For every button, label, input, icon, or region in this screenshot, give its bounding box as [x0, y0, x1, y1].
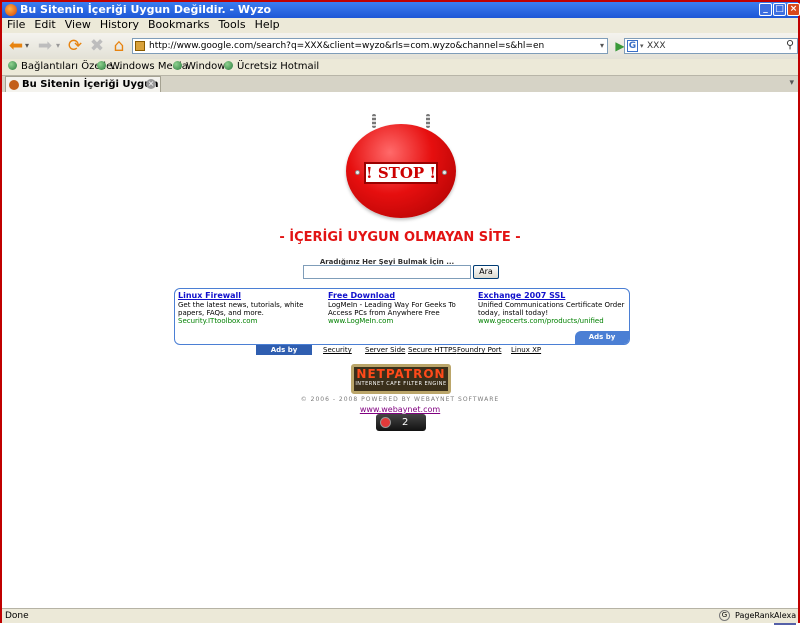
wyzo-status-icon[interactable]: G	[719, 610, 730, 621]
ad-description: Unified Communications Certificate Order…	[478, 301, 625, 317]
globe-icon	[173, 61, 182, 70]
browser-logo-icon	[5, 4, 17, 16]
stop-plate: ! STOP !	[364, 162, 438, 184]
search-engine-dropdown-icon[interactable]: ▾	[640, 39, 644, 53]
status-bar: Done G PageRank Alexa	[2, 608, 798, 625]
search-box[interactable]: G ▾ XXX ⚲	[624, 38, 798, 54]
netpatron-logo: NETPATRON INTERNET CAFE FILTER ENGINE	[351, 364, 451, 394]
page-content: ! STOP ! - İÇERİGİ UYGUN OLMAYAN SİTE - …	[2, 92, 798, 608]
menu-edit[interactable]: Edit	[30, 18, 59, 32]
link-linux-xp[interactable]: Linux XP	[511, 345, 541, 355]
counter-value: 2	[402, 417, 409, 428]
bookmarks-bar: Bağlantıları Özelle... Windows Media Win…	[2, 59, 798, 75]
ads-box: Linux Firewall Get the latest news, tuto…	[174, 288, 630, 354]
menu-file[interactable]: File	[3, 18, 29, 32]
link-secure-https[interactable]: Secure HTTPS	[408, 345, 457, 355]
tab-bar: Bu Sitenin İçeriği Uygun Değildir. × ▾	[2, 75, 798, 93]
ad-url[interactable]: www.geocerts.com/products/unified	[478, 317, 626, 325]
site-link[interactable]: www.webaynet.com	[2, 405, 798, 414]
menu-bookmarks[interactable]: Bookmarks	[144, 18, 213, 32]
navigation-toolbar: ⬅ ▾ ➡ ▾ ⟳ ✖ ⌂ http://www.google.com/sear…	[2, 33, 798, 59]
ad-description: LogMeIn - Leading Way For Geeks To Acces…	[328, 301, 456, 317]
ad-url[interactable]: Security.ITtoolbox.com	[178, 317, 326, 325]
menu-history[interactable]: History	[96, 18, 143, 32]
pagerank-label[interactable]: PageRank	[735, 609, 774, 623]
home-icon[interactable]: ⌂	[109, 36, 129, 56]
close-window-button[interactable]: ×	[787, 3, 800, 16]
logo-subtitle: INTERNET CAFE FILTER ENGINE	[355, 381, 447, 387]
forward-icon[interactable]: ➡	[35, 36, 55, 56]
browser-window: Bu Sitenin İçeriği Uygun Değildir. - Wyz…	[0, 0, 800, 625]
bolt-icon	[355, 170, 360, 175]
search-engine-icon[interactable]: G	[627, 40, 638, 52]
globe-icon	[8, 61, 17, 70]
bookmark-item[interactable]: Ücretsiz Hotmail	[224, 59, 319, 75]
tab-favicon-icon	[9, 80, 19, 90]
search-button[interactable]: Ara	[473, 265, 499, 279]
ad-title[interactable]: Exchange 2007 SSL	[478, 291, 626, 301]
page-headline: - İÇERİGİ UYGUN OLMAYAN SİTE -	[279, 230, 521, 245]
bolt-icon	[442, 170, 447, 175]
menu-help[interactable]: Help	[251, 18, 284, 32]
ad-title[interactable]: Free Download	[328, 291, 476, 301]
globe-icon	[97, 61, 106, 70]
site-favicon-icon	[135, 41, 145, 51]
window-title: Bu Sitenin İçeriği Uygun Değildir. - Wyz…	[20, 3, 272, 16]
reload-icon[interactable]: ⟳	[65, 36, 85, 56]
link-server-side[interactable]: Server Side	[365, 345, 405, 355]
tab-active[interactable]: Bu Sitenin İçeriği Uygun Değildir. ×	[5, 76, 161, 93]
link-foundry-port[interactable]: Foundry Port	[457, 345, 502, 355]
page-search-input[interactable]	[303, 265, 471, 279]
menu-bar: File Edit View History Bookmarks Tools Help	[2, 18, 798, 32]
visitor-counter[interactable]: 2	[376, 414, 426, 431]
search-value: XXX	[647, 41, 666, 51]
forward-dropdown-icon[interactable]: ▾	[54, 36, 62, 56]
menu-view[interactable]: View	[61, 18, 95, 32]
address-dropdown-icon[interactable]: ▾	[600, 39, 604, 53]
link-security[interactable]: Security	[323, 345, 352, 355]
stop-icon[interactable]: ✖	[87, 36, 107, 56]
ad-description: Get the latest news, tutorials, white pa…	[178, 301, 304, 317]
tab-list-icon[interactable]: ▾	[789, 78, 794, 88]
chain-icon	[426, 114, 430, 128]
address-url: http://www.google.com/search?q=XXX&clien…	[149, 41, 545, 51]
chain-icon	[372, 114, 376, 128]
logo-name: NETPATRON	[356, 367, 446, 381]
copyright: © 2006 - 2008 POWERED BY WEBAYNET SOFTWA…	[300, 396, 500, 403]
minimize-button[interactable]: _	[759, 3, 772, 16]
stop-sign: ! STOP !	[346, 114, 456, 218]
back-dropdown-icon[interactable]: ▾	[23, 36, 31, 56]
ads-by-google-corner[interactable]: Ads by Google	[575, 331, 629, 354]
ad-title[interactable]: Linux Firewall	[178, 291, 326, 301]
tab-close-icon[interactable]: ×	[146, 79, 156, 89]
maximize-button[interactable]: □	[773, 3, 786, 16]
menu-tools[interactable]: Tools	[214, 18, 249, 32]
address-bar[interactable]: http://www.google.com/search?q=XXX&clien…	[132, 38, 608, 54]
bookmark-item[interactable]: Windows	[173, 59, 231, 75]
title-bar: Bu Sitenin İçeriği Uygun Değildir. - Wyz…	[2, 2, 800, 18]
ad-url[interactable]: www.LogMeIn.com	[328, 317, 476, 325]
ad-item[interactable]: Linux Firewall Get the latest news, tuto…	[178, 291, 326, 325]
ads-by-google-label[interactable]: Ads by Google	[256, 345, 312, 364]
search-icon[interactable]: ⚲	[786, 38, 794, 52]
globe-icon	[224, 61, 233, 70]
counter-icon	[380, 417, 391, 428]
ad-item[interactable]: Free Download LogMeIn - Leading Way For …	[328, 291, 476, 325]
tab-label: Bu Sitenin İçeriği Uygun Değildir.	[22, 79, 160, 90]
ad-item[interactable]: Exchange 2007 SSL Unified Communications…	[478, 291, 626, 325]
status-text: Done	[5, 611, 29, 621]
